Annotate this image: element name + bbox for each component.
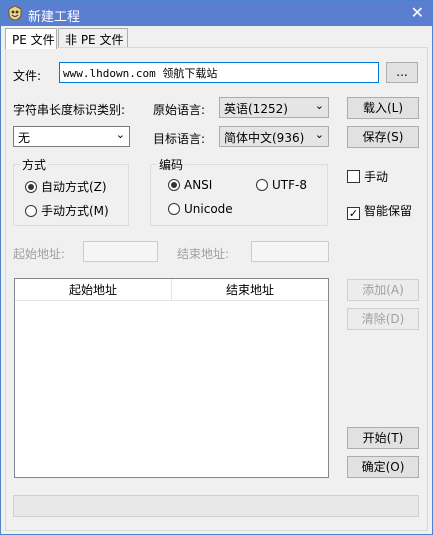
close-icon[interactable]: ✕	[411, 3, 424, 22]
encoding-unicode-radio[interactable]: Unicode	[168, 202, 233, 216]
smart-keep-checkbox-label: 智能保留	[364, 204, 413, 218]
column-start-address[interactable]: 起始地址	[15, 279, 172, 301]
ok-button-label: 确定(O)	[361, 460, 405, 474]
start-address-input[interactable]	[83, 241, 158, 262]
title-bar: 新建工程 ✕	[1, 1, 432, 26]
end-address-input[interactable]	[251, 241, 329, 262]
manual-checkbox-label: 手动	[364, 170, 389, 184]
start-button[interactable]: 开始(T)	[347, 427, 419, 449]
target-language-label: 目标语言:	[153, 132, 206, 146]
save-button-label: 保存(S)	[362, 130, 404, 144]
window-title: 新建工程	[28, 10, 81, 25]
encoding-unicode-label: Unicode	[184, 202, 233, 216]
target-language-select[interactable]: 简体中文(936) ⌄	[219, 126, 329, 147]
radio-selected-icon	[168, 179, 180, 191]
radio-unselected-icon	[168, 203, 180, 215]
encoding-utf8-radio[interactable]: UTF-8	[256, 178, 307, 192]
tab-non-pe-file[interactable]: 非 PE 文件	[58, 28, 128, 48]
mode-auto-label: 自动方式(Z)	[41, 180, 107, 194]
file-path-input[interactable]: www.lhdown.com 领航下载站	[59, 62, 379, 83]
end-address-label: 结束地址:	[177, 247, 230, 261]
save-button[interactable]: 保存(S)	[347, 126, 419, 148]
add-button[interactable]: 添加(A)	[347, 279, 419, 301]
app-icon	[8, 5, 22, 21]
start-button-label: 开始(T)	[362, 431, 404, 445]
encoding-legend: 编码	[157, 156, 186, 173]
radio-selected-icon	[25, 181, 37, 193]
chevron-down-icon: ⌄	[314, 99, 324, 112]
chevron-down-icon: ⌄	[314, 128, 324, 141]
load-button-label: 载入(L)	[362, 101, 404, 115]
manual-checkbox[interactable]: 手动	[347, 168, 388, 185]
target-language-value: 简体中文(936)	[224, 131, 305, 145]
radio-unselected-icon	[256, 179, 268, 191]
status-bar	[13, 495, 419, 517]
new-project-dialog: 新建工程 ✕ PE 文件 非 PE 文件 文件: www.lhdown.com …	[0, 0, 433, 535]
mode-auto-radio[interactable]: 自动方式(Z)	[25, 178, 107, 195]
address-table[interactable]: 起始地址 结束地址	[14, 278, 329, 478]
radio-unselected-icon	[25, 205, 37, 217]
add-button-label: 添加(A)	[362, 283, 404, 297]
string-length-label: 字符串长度标识类别:	[13, 103, 126, 117]
encoding-ansi-radio[interactable]: ANSI	[168, 178, 212, 192]
mode-manual-label: 手动方式(M)	[41, 204, 109, 218]
encoding-ansi-label: ANSI	[184, 178, 213, 192]
encoding-utf8-label: UTF-8	[272, 178, 307, 192]
encoding-group: 编码	[150, 156, 328, 226]
tab-pe-file[interactable]: PE 文件	[5, 28, 57, 49]
clear-button[interactable]: 清除(D)	[347, 308, 419, 330]
source-language-value: 英语(1252)	[224, 102, 288, 116]
string-length-select[interactable]: 无 ⌄	[13, 126, 130, 147]
mode-manual-radio[interactable]: 手动方式(M)	[25, 202, 109, 219]
source-language-select[interactable]: 英语(1252) ⌄	[219, 97, 329, 118]
mode-legend: 方式	[20, 156, 49, 173]
start-address-label: 起始地址:	[13, 247, 66, 261]
column-end-address[interactable]: 结束地址	[172, 279, 328, 301]
file-label: 文件:	[13, 69, 42, 83]
browse-button[interactable]: ...	[386, 62, 418, 83]
load-button[interactable]: 载入(L)	[347, 97, 419, 119]
string-length-value: 无	[18, 131, 31, 145]
checkmark-icon: ✓	[347, 207, 360, 220]
source-language-label: 原始语言:	[153, 103, 206, 117]
chevron-down-icon: ⌄	[115, 128, 125, 141]
checkbox-unchecked-icon	[347, 170, 360, 183]
clear-button-label: 清除(D)	[361, 312, 405, 326]
smart-keep-checkbox[interactable]: ✓ 智能保留	[347, 202, 412, 220]
ok-button[interactable]: 确定(O)	[347, 456, 419, 478]
table-header: 起始地址 结束地址	[15, 279, 328, 301]
